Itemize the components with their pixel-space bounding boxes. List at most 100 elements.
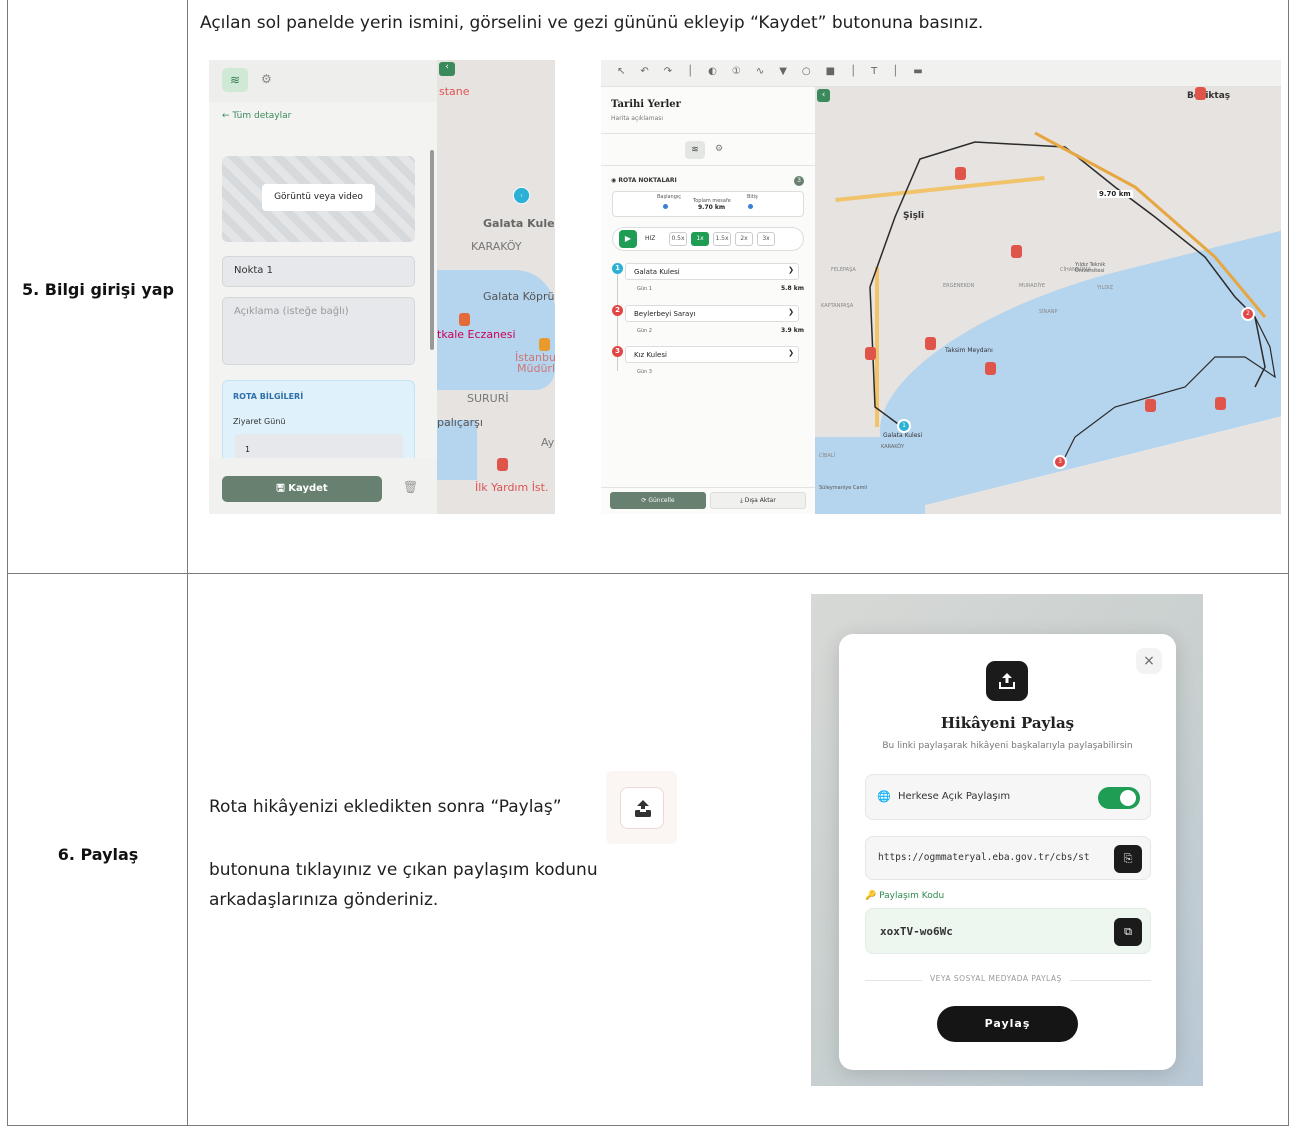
share-header-icon bbox=[986, 661, 1028, 701]
start-label: Başlangıç bbox=[657, 194, 682, 200]
map-pin-2[interactable]: 2 bbox=[1241, 307, 1255, 321]
map-pin-3[interactable]: 3 bbox=[1053, 455, 1067, 469]
map-label: İlk Yardım İst. bbox=[475, 481, 549, 494]
trash-icon[interactable]: 🗑 bbox=[403, 480, 418, 494]
map-pin-1[interactable]: 1 bbox=[513, 187, 531, 205]
share-code-row: xoxTV-wo6Wc ⧉ bbox=[865, 908, 1151, 954]
points-count-badge: 3 bbox=[794, 176, 804, 186]
share-code-value: xoxTV-wo6Wc bbox=[880, 925, 953, 938]
map-label: ERGENEKON bbox=[943, 283, 975, 289]
screenshot-share-modal: × Hikâyeni Paylaş Bu linki paylaşarak hi… bbox=[811, 594, 1203, 1086]
copy-code-icon[interactable]: ⧉ bbox=[1114, 918, 1142, 946]
route-point-name: Galata Kulesi bbox=[634, 268, 680, 276]
story-title: Tarihi Yerler bbox=[611, 99, 681, 110]
save-button-label: Kaydet bbox=[288, 483, 328, 494]
share-link-input[interactable]: https://ogmmateryal.eba.gov.tr/cbs/st bbox=[878, 852, 1108, 863]
table-divider-horizontal bbox=[7, 573, 1289, 574]
speed-chip[interactable]: 2x bbox=[735, 232, 753, 246]
share-modal: × Hikâyeni Paylaş Bu linki paylaşarak hi… bbox=[839, 634, 1176, 1070]
route-info-title: ROTA BİLGİLERİ bbox=[233, 392, 304, 401]
end-label: Bitiş bbox=[747, 194, 758, 200]
map-label: tkale Eczanesi bbox=[437, 328, 516, 341]
route-point-distance: 3.9 km bbox=[781, 327, 804, 334]
route-points-title: ◉ ROTA NOKTALARI bbox=[611, 177, 677, 184]
route-point-number: 3 bbox=[612, 346, 623, 357]
map-label: Galata Kulesi bbox=[883, 432, 923, 439]
hospital-icon bbox=[1215, 397, 1226, 410]
layers-icon[interactable]: ≋ bbox=[685, 141, 705, 159]
collapse-panel-icon[interactable]: ‹ bbox=[439, 62, 455, 76]
chevron-right-icon[interactable]: ❯ bbox=[788, 266, 794, 274]
save-button[interactable]: 🖫 Kaydet bbox=[222, 476, 382, 502]
public-share-label: Herkese Açık Paylaşım bbox=[898, 791, 1011, 802]
update-button[interactable]: ⟳ Güncelle bbox=[610, 492, 706, 509]
name-field[interactable]: Nokta 1 bbox=[222, 256, 415, 287]
route-point-item[interactable]: Kız Kulesi ❯ bbox=[625, 346, 799, 363]
map-label: SİNANP bbox=[1039, 309, 1058, 315]
share-code-label-text: Paylaşım Kodu bbox=[879, 891, 945, 901]
story-subtitle: Harita açıklaması bbox=[611, 115, 664, 122]
chevron-right-icon[interactable]: ❯ bbox=[788, 308, 794, 316]
share-button[interactable]: Paylaş bbox=[937, 1006, 1078, 1042]
public-share-row: 🌐 Herkese Açık Paylaşım bbox=[865, 774, 1151, 820]
route-points-label: ROTA NOKTALARI bbox=[618, 177, 677, 184]
map-label: Şişli bbox=[903, 211, 925, 221]
speed-chip[interactable]: 3x bbox=[757, 232, 775, 246]
pharmacy-icon bbox=[459, 313, 470, 326]
start-dot bbox=[663, 204, 668, 209]
play-icon[interactable]: ▶ bbox=[619, 230, 637, 248]
map-label: palıçarşı bbox=[437, 416, 483, 429]
back-link[interactable]: ← Tüm detaylar bbox=[222, 111, 291, 121]
route-point-item[interactable]: Beylerbeyi Sarayı ❯ bbox=[625, 305, 799, 322]
map-label: Taksim Meydanı bbox=[945, 347, 993, 354]
speed-chip[interactable]: 0.5x bbox=[669, 232, 687, 246]
map-label: Yıldız Teknik Üniversitesi bbox=[1075, 262, 1106, 274]
map-pin-1[interactable]: 1 bbox=[897, 419, 911, 433]
speed-chip-active[interactable]: 1x bbox=[691, 232, 709, 246]
route-summary: Başlangıç Toplam mesafe 9.70 km Bitiş bbox=[612, 191, 804, 217]
route-map[interactable]: ‹ 9.70 km Beşiktaş Şişli Taksim Meydanı … bbox=[815, 87, 1281, 514]
map-label: KARAKÖY bbox=[471, 240, 522, 253]
playback-bar: ▶ HIZ 0.5x 1x 1.5x 2x 3x bbox=[612, 227, 804, 251]
hospital-icon bbox=[497, 458, 508, 471]
upload-icon bbox=[999, 673, 1015, 689]
layers-icon[interactable]: ≋ bbox=[222, 68, 248, 92]
step-6-label: 6. Paylaş bbox=[57, 845, 139, 864]
toolbar-icons[interactable]: ↖↶↷│◐①∿▼○■│T│▬ bbox=[617, 66, 938, 77]
description-field[interactable]: Açıklama (isteğe bağlı) bbox=[222, 297, 415, 365]
route-point-item[interactable]: Galata Kulesi ❯ bbox=[625, 263, 799, 280]
step-5-label: 5. Bilgi girişi yap bbox=[21, 280, 175, 299]
share-button-box bbox=[620, 787, 664, 829]
save-icon: 🖫 bbox=[276, 483, 289, 494]
chevron-right-icon[interactable]: ❯ bbox=[788, 349, 794, 357]
gear-icon[interactable]: ⚙ bbox=[715, 144, 723, 154]
step-6-instruction-1: Rota hikâyenizi ekledikten sonra “Paylaş… bbox=[209, 797, 562, 817]
map-label: Beşiktaş bbox=[1187, 91, 1231, 101]
end-dot bbox=[748, 204, 753, 209]
gear-icon[interactable]: ⚙ bbox=[261, 72, 272, 86]
public-share-toggle[interactable] bbox=[1098, 787, 1140, 809]
copy-link-icon[interactable]: ⎘ bbox=[1114, 845, 1142, 873]
route-point-day: Gün 2 bbox=[637, 328, 652, 334]
map-label: MURADİYE bbox=[1019, 283, 1046, 289]
step-6-instruction-3: arkadaşlarınıza gönderiniz. bbox=[209, 890, 439, 910]
export-button[interactable]: ⤓ Dışa Aktar bbox=[710, 492, 806, 509]
hospital-icon bbox=[1011, 245, 1022, 258]
share-code-label: 🔑 Paylaşım Kodu bbox=[865, 891, 945, 901]
modal-title: Hikâyeni Paylaş bbox=[940, 714, 1075, 732]
route-point-number: 2 bbox=[612, 305, 623, 316]
media-button[interactable]: Görüntü veya video bbox=[262, 184, 375, 211]
distance-label: 9.70 km bbox=[1097, 190, 1133, 198]
hospital-icon bbox=[925, 337, 936, 350]
map-preview[interactable]: ‹ stane 1 Galata Kulesi KARAKÖY Galata K… bbox=[437, 60, 555, 514]
building-icon bbox=[539, 338, 550, 351]
media-upload-area[interactable]: Görüntü veya video bbox=[222, 156, 415, 242]
distance-value: 9.70 km bbox=[698, 204, 726, 211]
scrollbar[interactable] bbox=[430, 150, 434, 350]
map-label: Ay bbox=[541, 436, 555, 449]
close-button[interactable]: × bbox=[1136, 648, 1162, 674]
map-label: stane bbox=[439, 85, 470, 98]
speed-chip[interactable]: 1.5x bbox=[713, 232, 731, 246]
social-divider-label: VEYA SOSYAL MEDYADA PAYLAŞ bbox=[922, 974, 1070, 983]
export-button-label: Dışa Aktar bbox=[744, 497, 776, 504]
